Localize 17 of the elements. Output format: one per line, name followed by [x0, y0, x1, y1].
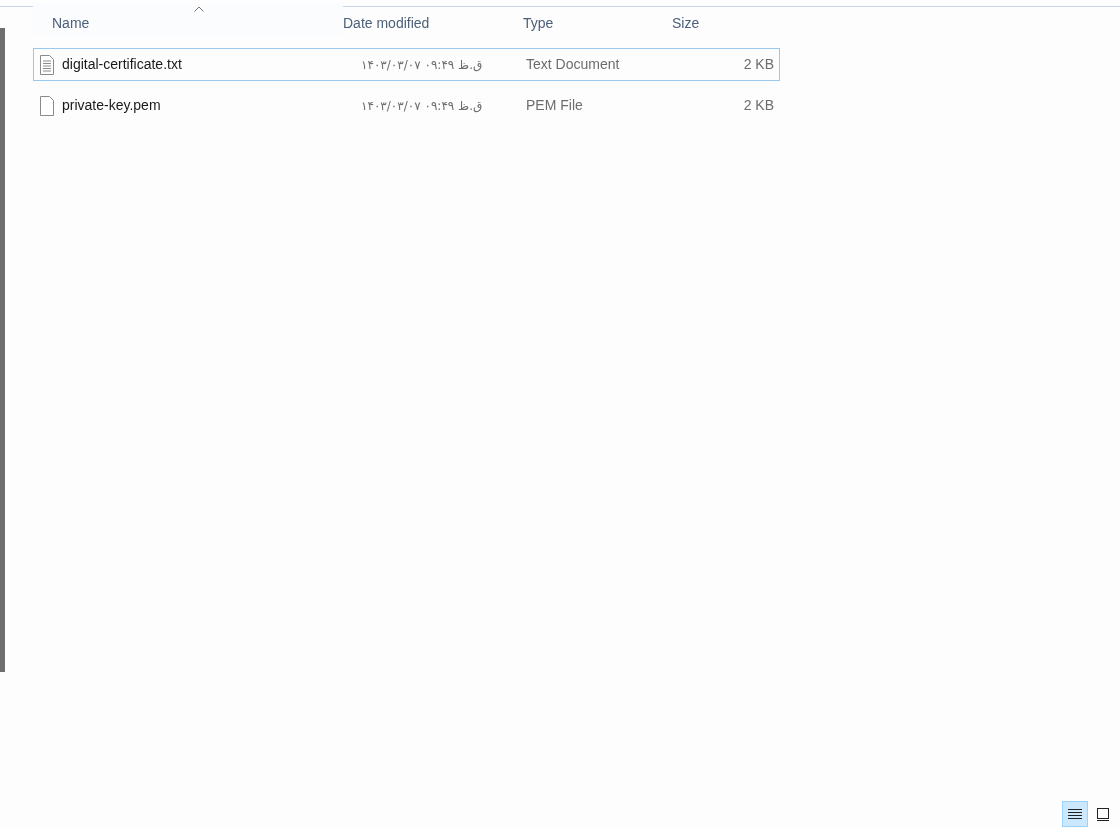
file-type: Text Document	[526, 56, 620, 72]
details-view-button[interactable]	[1062, 801, 1088, 827]
column-header[interactable]: Type	[523, 4, 672, 36]
file-type: PEM File	[526, 97, 583, 113]
square-icon	[1096, 807, 1110, 821]
column-header[interactable]: Size	[672, 4, 732, 36]
date-modified: ۱۴۰۳/۰۳/۰۷ ق.ظ ۰۹:۴۹	[361, 58, 483, 72]
file-size: 2 KB	[743, 55, 774, 74]
column-header[interactable]: Date modified	[343, 4, 523, 36]
blank-document-icon	[39, 95, 55, 116]
file-name: digital-certificate.txt	[62, 55, 182, 74]
text-document-icon	[39, 54, 55, 75]
sort-up-icon	[194, 6, 204, 12]
list-lines-icon	[1068, 808, 1082, 820]
file-name: private-key.pem	[62, 96, 161, 115]
date-modified: ۱۴۰۳/۰۳/۰۷ ق.ظ ۰۹:۴۹	[361, 99, 483, 113]
file-size: 2 KB	[743, 96, 774, 115]
